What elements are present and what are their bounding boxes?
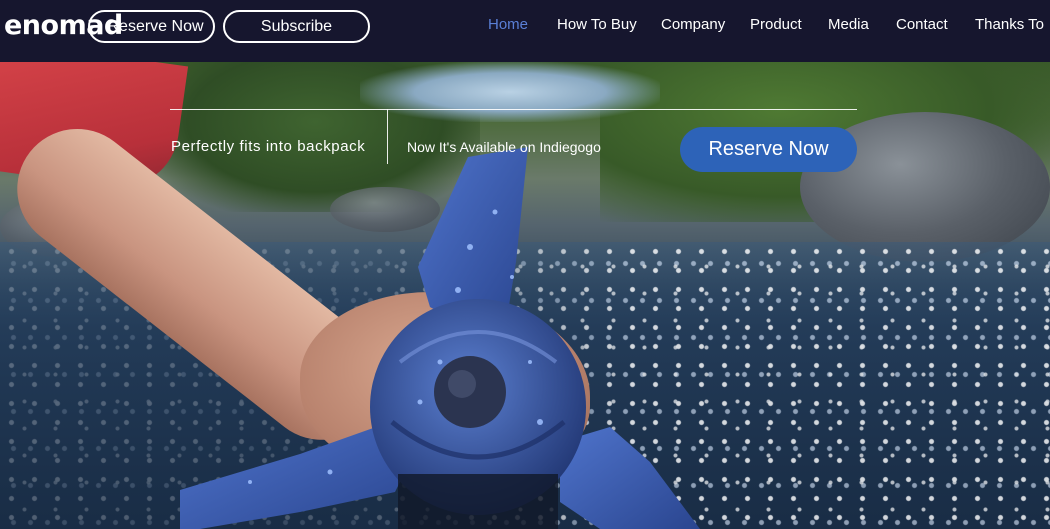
nav-item-how-to-buy[interactable]: How To Buy [557,16,637,33]
nav-item-media[interactable]: Media [828,16,869,33]
hero-tagline: Perfectly fits into backpack [171,138,366,155]
hero-vertical-divider [387,109,388,164]
hero-top-divider [170,109,857,110]
hero-section: Perfectly fits into backpack Now It's Av… [0,62,1050,529]
turbine-product [180,147,700,529]
top-navigation-bar: enomad Reserve Now Subscribe Home How To… [0,0,1050,62]
nav-item-product[interactable]: Product [750,16,802,33]
nav-item-home[interactable]: Home [488,16,528,33]
hero-reserve-now-button[interactable]: Reserve Now [680,127,857,172]
turbine-blade-right [560,427,700,529]
nav-item-thanks-to[interactable]: Thanks To [975,16,1044,33]
hero-availability-text: Now It's Available on Indiegogo [407,139,601,155]
enomad-logo[interactable]: enomad [4,10,123,41]
subscribe-button[interactable]: Subscribe [223,10,370,43]
nav-item-company[interactable]: Company [661,16,725,33]
nav-item-contact[interactable]: Contact [896,16,948,33]
